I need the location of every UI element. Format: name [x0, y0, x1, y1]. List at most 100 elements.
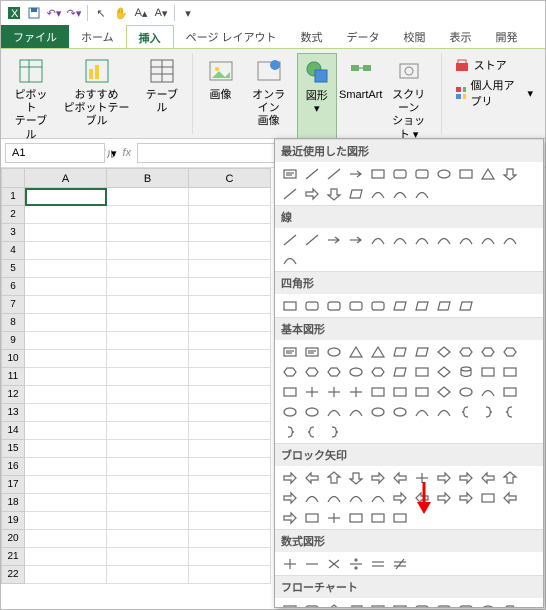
shape-para[interactable] — [389, 362, 410, 381]
row-header[interactable]: 2 — [1, 206, 25, 224]
shape-line[interactable] — [279, 184, 300, 203]
online-picture-button[interactable]: オンライン 画像 — [245, 53, 293, 144]
shape-rect[interactable] — [301, 508, 322, 527]
shape-curve[interactable] — [323, 488, 344, 507]
name-box[interactable] — [5, 143, 105, 163]
shape-rarrow[interactable] — [433, 488, 454, 507]
shape-plus[interactable] — [301, 382, 322, 401]
shape-hex[interactable] — [499, 342, 520, 361]
shape-larrow[interactable] — [477, 468, 498, 487]
shape-curve[interactable] — [499, 230, 520, 249]
tab-file[interactable]: ファイル — [1, 25, 69, 48]
shape-rrect[interactable] — [301, 600, 322, 608]
shape-rarrow[interactable] — [433, 468, 454, 487]
shape-rect[interactable] — [279, 382, 300, 401]
cell[interactable] — [189, 458, 271, 476]
shape-rect[interactable] — [279, 600, 300, 608]
shape-hex[interactable] — [367, 362, 388, 381]
cell[interactable] — [189, 476, 271, 494]
cell[interactable] — [25, 566, 107, 584]
cell[interactable] — [189, 386, 271, 404]
cell[interactable] — [107, 314, 189, 332]
cell[interactable] — [107, 296, 189, 314]
cell[interactable] — [25, 278, 107, 296]
shape-arrow[interactable] — [323, 230, 344, 249]
row-header[interactable]: 19 — [1, 512, 25, 530]
shape-curve[interactable] — [345, 402, 366, 421]
shape-rect[interactable] — [367, 382, 388, 401]
shape-ellipse[interactable] — [367, 402, 388, 421]
shape-rect[interactable] — [499, 362, 520, 381]
row-header[interactable]: 4 — [1, 242, 25, 260]
save-icon[interactable] — [25, 4, 43, 22]
shape-rarrow[interactable] — [455, 488, 476, 507]
shape-neq[interactable] — [389, 554, 410, 573]
cursor-icon[interactable]: ↖ — [92, 4, 110, 22]
smartart-button[interactable]: SmartArt — [341, 53, 381, 144]
tab-view[interactable]: 表示 — [438, 25, 484, 48]
cell[interactable] — [189, 188, 271, 206]
shape-curve[interactable] — [323, 402, 344, 421]
shape-ellipse[interactable] — [477, 600, 498, 608]
font-decrease-icon[interactable]: A▾ — [152, 4, 170, 22]
name-box-dropdown-icon[interactable]: ▾ — [111, 147, 117, 160]
undo-icon[interactable]: ↶▾ — [45, 4, 63, 22]
shape-plus[interactable] — [323, 508, 344, 527]
shape-curve[interactable] — [477, 230, 498, 249]
shape-textbox[interactable] — [279, 342, 300, 361]
shape-curve[interactable] — [367, 230, 388, 249]
shape-rect[interactable] — [411, 382, 432, 401]
cell[interactable] — [107, 368, 189, 386]
shape-lbrace[interactable] — [499, 402, 520, 421]
shape-rrect[interactable] — [389, 164, 410, 183]
shape-uarrow[interactable] — [323, 468, 344, 487]
shape-para[interactable] — [389, 342, 410, 361]
tab-pagelayout[interactable]: ページ レイアウト — [174, 25, 289, 48]
cell[interactable] — [25, 530, 107, 548]
font-increase-icon[interactable]: A▴ — [132, 4, 150, 22]
shape-rarrow[interactable] — [389, 488, 410, 507]
shape-rect[interactable] — [477, 362, 498, 381]
row-header[interactable]: 8 — [1, 314, 25, 332]
shape-hex[interactable] — [323, 362, 344, 381]
cell[interactable] — [107, 386, 189, 404]
shape-darrow[interactable] — [499, 164, 520, 183]
cell[interactable] — [107, 476, 189, 494]
cell[interactable] — [189, 368, 271, 386]
shape-plus[interactable] — [323, 382, 344, 401]
shape-para[interactable] — [345, 600, 366, 608]
col-header[interactable]: B — [107, 168, 189, 188]
cell[interactable] — [189, 494, 271, 512]
cell[interactable] — [189, 224, 271, 242]
row-header[interactable]: 13 — [1, 404, 25, 422]
redo-icon[interactable]: ↷▾ — [65, 4, 83, 22]
pivot-table-button[interactable]: ピボット テーブル — [9, 53, 53, 144]
shape-rarrow[interactable] — [279, 468, 300, 487]
cell[interactable] — [25, 188, 107, 206]
cell[interactable] — [107, 404, 189, 422]
shape-arrow[interactable] — [345, 230, 366, 249]
row-header[interactable]: 20 — [1, 530, 25, 548]
cell[interactable] — [25, 242, 107, 260]
cell[interactable] — [189, 350, 271, 368]
shape-para[interactable] — [433, 296, 454, 315]
shape-diamond[interactable] — [433, 342, 454, 361]
cell[interactable] — [25, 224, 107, 242]
table-button[interactable]: テーブル — [140, 53, 183, 144]
fx-icon[interactable]: fx — [123, 147, 132, 159]
shape-rect[interactable] — [455, 164, 476, 183]
recommended-pivot-button[interactable]: おすすめ ピボットテーブル — [57, 53, 136, 144]
cell[interactable] — [189, 314, 271, 332]
cell[interactable] — [107, 422, 189, 440]
cell[interactable] — [25, 386, 107, 404]
row-header[interactable]: 11 — [1, 368, 25, 386]
shape-textbox[interactable] — [301, 342, 322, 361]
shape-tri[interactable] — [367, 342, 388, 361]
cell[interactable] — [189, 548, 271, 566]
row-header[interactable]: 22 — [1, 566, 25, 584]
shape-diamond[interactable] — [433, 382, 454, 401]
shape-rect[interactable] — [345, 508, 366, 527]
picture-button[interactable]: 画像 — [201, 53, 241, 144]
cell[interactable] — [189, 512, 271, 530]
cell[interactable] — [107, 494, 189, 512]
